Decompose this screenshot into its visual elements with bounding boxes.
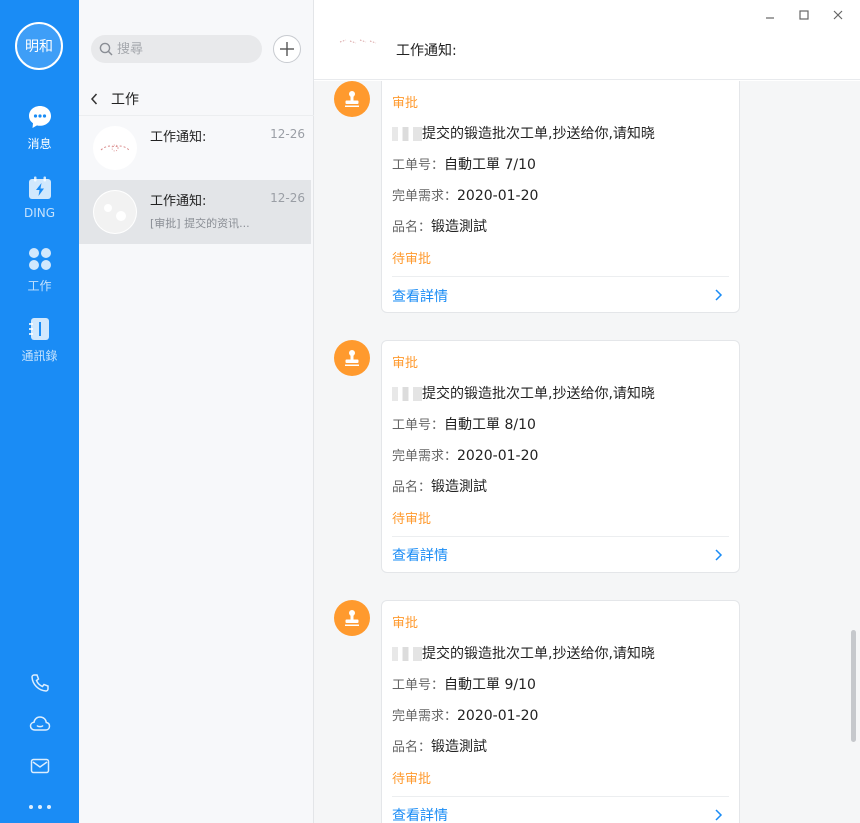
contacts-icon — [28, 318, 49, 340]
search-input[interactable] — [117, 41, 247, 57]
field-due-date: 完单需求：2020-01-20 — [392, 188, 539, 204]
conversation-avatar — [93, 190, 137, 234]
message-icon — [28, 106, 51, 128]
approval-sender-avatar — [334, 340, 370, 376]
add-button[interactable] — [273, 35, 301, 63]
chevron-right-icon[interactable] — [713, 288, 725, 302]
back-label: 工作 — [111, 91, 139, 108]
approval-card[interactable]: 审批 提交的锻造批次工单,抄送给你,请知晓 工单号：自動工單 7/10 完单需求… — [381, 81, 740, 313]
card-divider — [392, 536, 729, 537]
chevron-right-icon[interactable] — [713, 548, 725, 562]
conversation-item[interactable]: 工作通知: 12-26 — [79, 116, 311, 180]
nav-cloud[interactable] — [0, 709, 79, 739]
conversation-title: 工作通知: — [150, 130, 207, 145]
card-divider — [392, 276, 729, 277]
card-description: 提交的锻造批次工单,抄送给你,请知晓 — [392, 643, 655, 663]
chat-avatar — [339, 39, 377, 44]
more-icon — [28, 805, 51, 809]
chat-title: 工作通知: — [396, 43, 457, 59]
conversation-time: 12-26 — [270, 127, 305, 141]
window-controls — [762, 7, 846, 23]
minimize-icon — [766, 17, 774, 19]
maximize-button[interactable] — [796, 7, 812, 23]
cloud-icon — [29, 716, 50, 731]
conversation-avatar — [93, 126, 137, 170]
stamp-icon — [345, 91, 359, 107]
nav-label-ding: DING — [23, 206, 56, 220]
ding-icon — [28, 176, 51, 199]
conversation-item-selected[interactable]: 工作通知: 12-26 [审批] 提交的资讯... — [79, 180, 311, 244]
close-icon — [833, 10, 843, 20]
search-box[interactable] — [91, 35, 262, 63]
maximize-icon — [799, 10, 809, 20]
conversation-list-panel: 工作 工作通知: 12-26 工作通知: 12-26 [审批] 提交的资讯... — [79, 0, 314, 823]
field-order-number: 工单号：自動工單 9/10 — [392, 677, 536, 693]
view-details-link[interactable]: 查看詳情 — [392, 545, 448, 565]
stamp-icon — [345, 350, 359, 366]
phone-icon — [30, 674, 49, 692]
field-due-date: 完单需求：2020-01-20 — [392, 448, 539, 464]
nav-label-contacts: 通訊錄 — [21, 349, 58, 363]
field-product-name: 品名：锻造測試 — [392, 219, 488, 235]
card-description: 提交的锻造批次工单,抄送给你,请知晓 — [392, 383, 655, 403]
mail-icon — [30, 758, 49, 774]
card-type-label: 审批 — [392, 96, 419, 111]
plus-icon — [280, 42, 294, 56]
chat-header: 工作通知: — [314, 0, 860, 80]
field-due-date: 完单需求：2020-01-20 — [392, 708, 539, 724]
minimize-button[interactable] — [762, 7, 778, 23]
view-details-link[interactable]: 查看詳情 — [392, 805, 448, 823]
card-status: 待审批 — [392, 512, 432, 527]
user-avatar[interactable]: 明和 — [15, 22, 63, 70]
nav-phone[interactable] — [0, 668, 79, 698]
chevron-left-icon — [90, 92, 98, 105]
conversation-time: 12-26 — [270, 191, 305, 205]
nav-item-contacts[interactable]: 通訊錄 — [0, 316, 79, 376]
approval-sender-avatar — [334, 600, 370, 636]
nav-item-work[interactable]: 工作 — [0, 246, 79, 306]
nav-item-messages[interactable]: 消息 — [0, 104, 79, 164]
left-nav: 明和 消息 DING 工作 通訊錄 — [0, 0, 79, 823]
field-product-name: 品名：锻造測試 — [392, 739, 488, 755]
conversation-preview: [审批] 提交的资讯... — [150, 217, 250, 230]
nav-item-ding[interactable]: DING — [0, 175, 79, 235]
work-icon — [28, 248, 51, 270]
back-to-work-row[interactable]: 工作 — [79, 82, 314, 116]
card-divider — [392, 796, 729, 797]
nav-label-work: 工作 — [27, 279, 52, 293]
nav-more[interactable] — [0, 792, 79, 822]
field-order-number: 工单号：自動工單 7/10 — [392, 157, 536, 173]
field-product-name: 品名：锻造測試 — [392, 479, 488, 495]
approval-card[interactable]: 审批 提交的锻造批次工单,抄送给你,请知晓 工单号：自動工單 8/10 完单需求… — [381, 340, 740, 573]
approval-sender-avatar — [334, 81, 370, 117]
stamp-icon — [345, 610, 359, 626]
card-description: 提交的锻造批次工单,抄送给你,请知晓 — [392, 123, 655, 143]
approval-card[interactable]: 审批 提交的锻造批次工单,抄送给你,请知晓 工单号：自動工單 9/10 完单需求… — [381, 600, 740, 823]
conversation-title: 工作通知: — [150, 194, 207, 209]
nav-label-messages: 消息 — [27, 137, 52, 151]
card-status: 待审批 — [392, 252, 432, 267]
nav-mail[interactable] — [0, 751, 79, 781]
close-button[interactable] — [830, 7, 846, 23]
chat-scrollbar[interactable] — [851, 630, 856, 742]
chevron-right-icon[interactable] — [713, 808, 725, 822]
card-type-label: 审批 — [392, 616, 419, 631]
chat-messages-area: 审批 提交的锻造批次工单,抄送给你,请知晓 工单号：自動工單 7/10 完单需求… — [314, 81, 860, 823]
card-type-label: 审批 — [392, 356, 419, 371]
field-order-number: 工单号：自動工單 8/10 — [392, 417, 536, 433]
card-status: 待审批 — [392, 772, 432, 787]
search-icon — [99, 42, 113, 56]
view-details-link[interactable]: 查看詳情 — [392, 286, 448, 306]
